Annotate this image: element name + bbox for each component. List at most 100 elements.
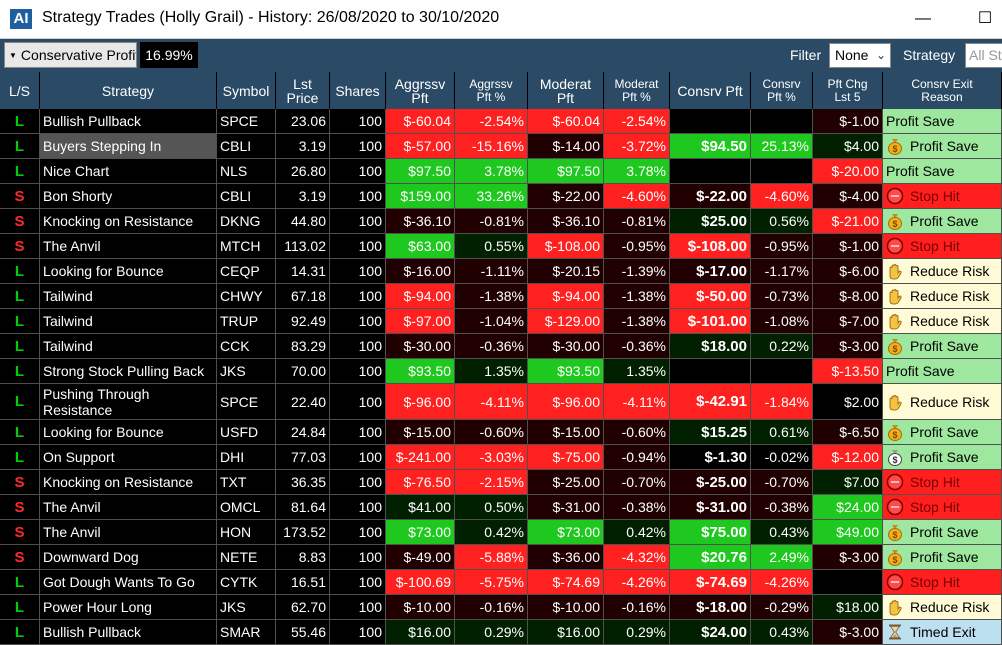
aggressive-profit: $-49.00	[386, 545, 455, 569]
conservative-profit: $-22.00	[670, 184, 751, 208]
aggressive-profit: $41.00	[386, 495, 455, 519]
last-price: 22.40	[276, 384, 330, 419]
conservative-profit: $24.00	[670, 620, 751, 644]
column-header-pft-chg[interactable]: Pft Chg Lst 5	[813, 72, 883, 109]
moderate-profit: $-75.00	[528, 445, 604, 469]
column-header-agg-pct[interactable]: Aggrssv Pft %	[455, 72, 528, 109]
column-header-shares[interactable]: Shares	[330, 72, 386, 109]
aggressive-profit: $-100.69	[386, 570, 455, 594]
raised-hand-icon	[886, 598, 904, 616]
table-row[interactable]: L Pushing Through Resistance SPCE 22.40 100 $…	[0, 384, 1002, 420]
conservative-profit-pct	[751, 359, 813, 383]
profit-change-last-5: $49.00	[813, 520, 883, 544]
column-header-symbol[interactable]: Symbol	[217, 72, 276, 109]
strategy-name-text: Strong Stock Pulling Back	[43, 363, 205, 379]
symbol: CBLI	[217, 184, 276, 208]
shares: 100	[330, 259, 386, 283]
moderate-profit: $97.50	[528, 159, 604, 183]
table-row[interactable]: L Power Hour Long JKS 62.70 100 $-10.00 -0.16%…	[0, 595, 1002, 620]
table-row[interactable]: S Knocking on Resistance DKNG 44.80 100 $-36.…	[0, 209, 1002, 234]
last-price: 55.46	[276, 620, 330, 644]
strategy-filter-input[interactable]: All Str	[965, 43, 1002, 68]
table-row[interactable]: L Buyers Stepping In CBLI 3.19 100 $-57.00 -15…	[0, 134, 1002, 159]
aggressive-profit: $-241.00	[386, 445, 455, 469]
table-row[interactable]: L Tailwind CCK 83.29 100 $-30.00 -0.36% $-30.00…	[0, 334, 1002, 359]
shares: 100	[330, 134, 386, 158]
profit-change-last-5: $-6.00	[813, 259, 883, 283]
side-indicator: S	[0, 184, 40, 208]
table-row[interactable]: S The Anvil MTCH 113.02 100 $63.00 0.55% $-108.…	[0, 234, 1002, 259]
column-header-mod-pft[interactable]: Moderat Pft	[528, 72, 604, 109]
table-row[interactable]: L Strong Stock Pulling Back JKS 70.00 100 $93…	[0, 359, 1002, 384]
shares: 100	[330, 595, 386, 619]
profit-change-last-5: $-13.50	[813, 359, 883, 383]
minimize-button[interactable]: —	[900, 0, 946, 38]
shares: 100	[330, 109, 386, 133]
column-header-mod-pct[interactable]: Moderat Pft %	[604, 72, 670, 109]
symbol: JKS	[217, 359, 276, 383]
strategy-name: The Anvil	[40, 234, 217, 258]
shares: 100	[330, 495, 386, 519]
table-row[interactable]: S The Anvil HON 173.52 100 $73.00 0.42% $73.00 0…	[0, 520, 1002, 545]
last-price: 14.31	[276, 259, 330, 283]
symbol: OMCL	[217, 495, 276, 519]
moderate-profit: $-22.00	[528, 184, 604, 208]
moderate-profit-pct: -0.94%	[604, 445, 670, 469]
table-row[interactable]: S The Anvil OMCL 81.64 100 $41.00 0.50% $-31.00…	[0, 495, 1002, 520]
aggressive-profit-pct: -4.11%	[455, 384, 528, 419]
strategy-label: Strategy	[903, 47, 956, 63]
money-bag-icon: $	[886, 523, 904, 541]
last-price: 44.80	[276, 209, 330, 233]
app-icon: AI	[10, 9, 32, 29]
hourglass-icon	[886, 623, 904, 641]
table-row[interactable]: S Downward Dog NETE 8.83 100 $-49.00 -5.88% $-3…	[0, 545, 1002, 570]
exit-reason: Reduce Risk	[883, 309, 1002, 333]
aggressive-profit-pct: -0.60%	[455, 420, 528, 444]
filter-select[interactable]: None ⌄	[829, 43, 891, 68]
conservative-profit-pct: -1.84%	[751, 384, 813, 419]
moderate-profit-pct: -0.38%	[604, 495, 670, 519]
table-row[interactable]: S Bon Shorty CBLI 3.19 100 $159.00 33.26% $-22.…	[0, 184, 1002, 209]
profit-type-dropdown[interactable]: ▼ Conservative Profit	[4, 42, 137, 68]
table-row[interactable]: L Tailwind CHWY 67.18 100 $-94.00 -1.38% $-94.0…	[0, 284, 1002, 309]
aggressive-profit: $-15.00	[386, 420, 455, 444]
moderate-profit-pct: -0.60%	[604, 420, 670, 444]
aggressive-profit-pct: -1.04%	[455, 309, 528, 333]
conservative-profit-pct	[751, 159, 813, 183]
table-row[interactable]: L Bullish Pullback SPCE 23.06 100 $-60.04 -2.5…	[0, 109, 1002, 134]
exit-reason-text: Reduce Risk	[910, 313, 990, 329]
profit-change-last-5: $-1.00	[813, 109, 883, 133]
table-row[interactable]: L Got Dough Wants To Go CYTK 16.51 100 $-100.…	[0, 570, 1002, 595]
profit-change-last-5: $-3.00	[813, 545, 883, 569]
table-row[interactable]: L On Support DHI 77.03 100 $-241.00 -3.03% $-75…	[0, 445, 1002, 470]
column-header-cons-pct[interactable]: Consrv Pft %	[751, 72, 813, 109]
conservative-profit-pct: -0.70%	[751, 470, 813, 494]
symbol: JKS	[217, 595, 276, 619]
aggressive-profit-pct: 0.42%	[455, 520, 528, 544]
column-header-reason[interactable]: Consrv Exit Reason	[883, 72, 1002, 109]
last-price: 3.19	[276, 134, 330, 158]
column-header-strategy[interactable]: Strategy	[40, 72, 217, 109]
table-row[interactable]: S Knocking on Resistance TXT 36.35 100 $-76.5…	[0, 470, 1002, 495]
exit-reason-text: Profit Save	[886, 113, 955, 129]
maximize-button[interactable]: ☐	[962, 0, 1002, 38]
table-row[interactable]: L Bullish Pullback SMAR 55.46 100 $16.00 0.29%…	[0, 620, 1002, 645]
last-price: 113.02	[276, 234, 330, 258]
table-row[interactable]: L Looking for Bounce CEQP 14.31 100 $-16.00 -1…	[0, 259, 1002, 284]
exit-reason-text: Stop Hit	[910, 499, 960, 515]
exit-reason: Stop Hit	[883, 184, 1002, 208]
column-header-cons-pft[interactable]: Consrv Pft	[670, 72, 751, 109]
symbol: NLS	[217, 159, 276, 183]
column-header-price[interactable]: Lst Price	[276, 72, 330, 109]
column-header-agg-pft[interactable]: Aggrssv Pft	[386, 72, 455, 109]
symbol: CHWY	[217, 284, 276, 308]
shares: 100	[330, 570, 386, 594]
column-header-ls[interactable]: L/S	[0, 72, 40, 109]
aggressive-profit: $-97.00	[386, 309, 455, 333]
exit-reason-text: Profit Save	[910, 338, 979, 354]
table-row[interactable]: L Nice Chart NLS 26.80 100 $97.50 3.78% $97.50 3…	[0, 159, 1002, 184]
table-row[interactable]: L Tailwind TRUP 92.49 100 $-97.00 -1.04% $-129.…	[0, 309, 1002, 334]
shares: 100	[330, 184, 386, 208]
table-row[interactable]: L Looking for Bounce USFD 24.84 100 $-15.00 -0…	[0, 420, 1002, 445]
profit-change-last-5: $-3.00	[813, 334, 883, 358]
